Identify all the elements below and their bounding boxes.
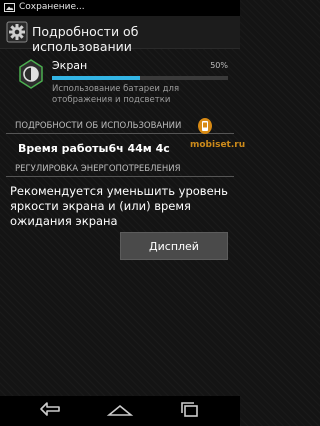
gear-icon[interactable] [6,21,28,43]
display-settings-button[interactable]: Дисплей [120,232,228,260]
usage-time-label: Время работы [18,142,109,155]
status-bar: Сохранение... [0,0,240,16]
back-icon[interactable] [35,400,65,422]
screen-brightness-icon [19,59,43,89]
usage-time: Время работы6ч 44м 4с [18,142,170,155]
image-icon [4,3,15,12]
recommendation-text: Рекомендуется уменьшить уровень яркости … [10,184,228,228]
app-name: Экран [52,59,88,72]
app-description: Использование батареи для отображения и … [52,84,180,105]
usage-time-value: 6ч 44м 4с [108,142,170,155]
recent-apps-icon[interactable] [175,400,205,422]
usage-progress-fill [52,76,140,80]
usage-progress-bar [52,76,228,80]
home-icon[interactable] [105,400,135,422]
page-title: Подробности об использовании [32,24,139,54]
app-percent: 50% [210,61,228,70]
section-power-adjust-label: РЕГУЛИРОВКА ЭНЕРГОПОТРЕБЛЕНИЯ [15,164,181,174]
section-power-adjust: РЕГУЛИРОВКА ЭНЕРГОПОТРЕБЛЕНИЯ [6,163,234,177]
section-usage-details-label: ПОДРОБНОСТИ ОБ ИСПОЛЬЗОВАНИИ [15,121,182,131]
navigation-bar [0,396,240,426]
app-usage-row[interactable]: Экран 50% Использование батареи для отоб… [0,52,240,118]
watermark-text: mobiset.ru [190,140,246,150]
status-text: Сохранение... [19,2,85,12]
action-bar: Подробности об использовании [0,16,240,54]
watermark-logo [198,118,212,134]
